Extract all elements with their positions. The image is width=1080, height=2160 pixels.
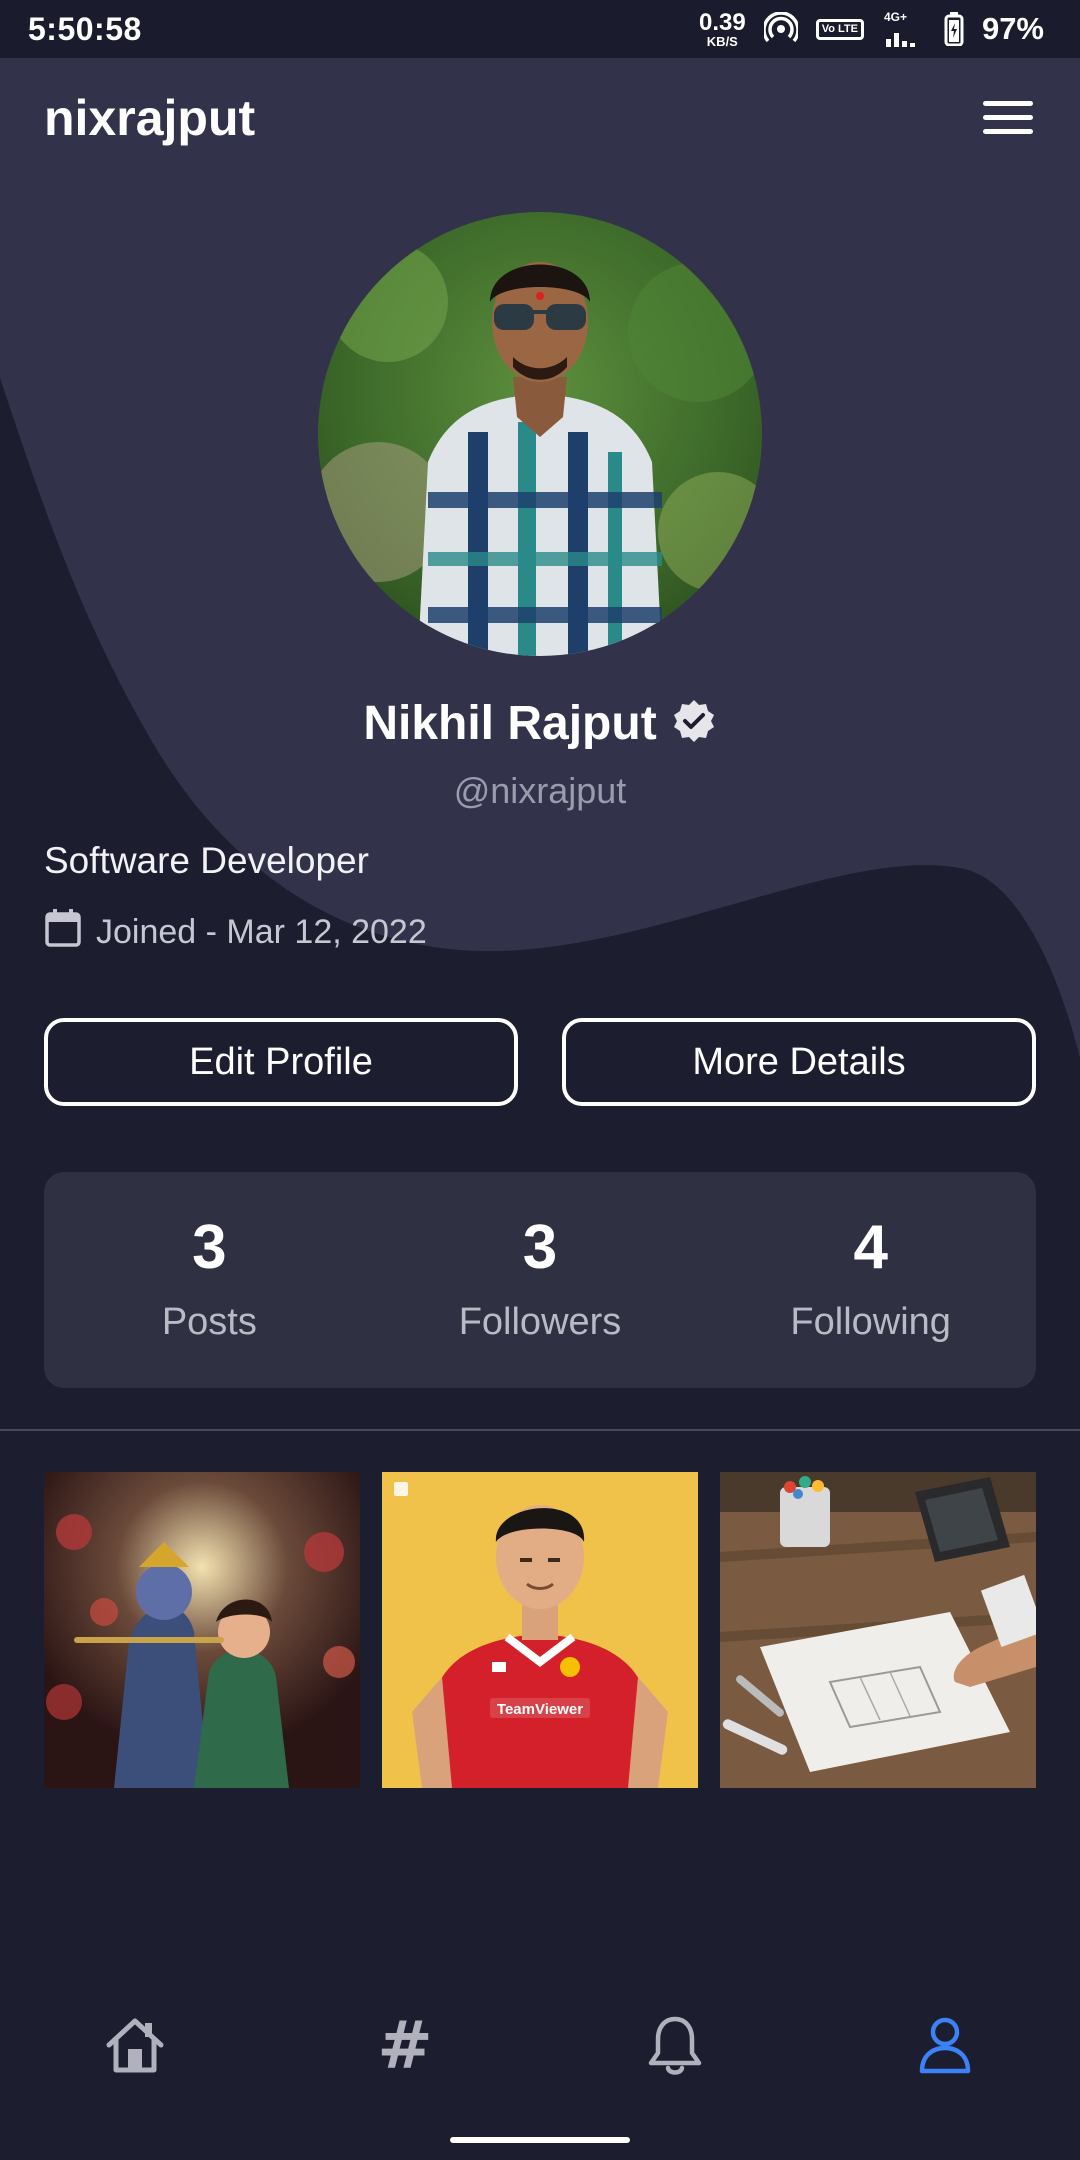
stat-value: 4 <box>853 1212 888 1282</box>
nav-explore[interactable]: # <box>345 1995 465 2095</box>
nav-notifications[interactable] <box>615 1995 735 2095</box>
joined-date-text: Joined - Mar 12, 2022 <box>96 913 427 951</box>
avatar[interactable] <box>318 212 762 656</box>
app-header: nixrajput <box>0 58 1080 178</box>
nav-home[interactable] <box>75 1995 195 2095</box>
status-bar: 5:50:58 0.39 KB/S Vo LTE 4G+ 97% <box>0 0 1080 58</box>
home-indicator <box>450 2137 630 2143</box>
status-icons: 0.39 KB/S Vo LTE 4G+ 97% <box>699 9 1044 49</box>
stat-label: Posts <box>161 1300 257 1343</box>
stat-value: 3 <box>192 1212 227 1282</box>
home-icon <box>106 2018 164 2073</box>
hotspot-icon <box>763 12 798 46</box>
page-title: nixrajput <box>44 90 256 146</box>
signal-icon: 4G+ <box>882 9 926 49</box>
edit-profile-button[interactable]: Edit Profile <box>44 1018 518 1106</box>
post-thumbnail-footballer[interactable]: TeamViewer <box>382 1472 698 1788</box>
display-name: Nikhil Rajput <box>363 697 657 750</box>
stat-posts[interactable]: 3 Posts <box>44 1212 375 1344</box>
stat-label: Followers <box>458 1300 622 1343</box>
stat-followers[interactable]: 3 Followers <box>375 1212 706 1344</box>
stat-following[interactable]: 4 Following <box>705 1212 1036 1344</box>
more-details-button[interactable]: More Details <box>562 1018 1036 1106</box>
svg-text:4G+: 4G+ <box>884 10 907 24</box>
bell-icon <box>648 2016 702 2075</box>
username-handle: @nixrajput <box>453 770 627 811</box>
network-speed-value: 0.39 <box>698 8 746 36</box>
verified-badge-icon <box>671 698 717 749</box>
post-thumbnail-krishna-radha[interactable] <box>44 1472 360 1788</box>
stat-label: Following <box>790 1300 951 1343</box>
hashtag-icon: # <box>377 2006 433 2084</box>
profile-icon <box>919 2017 971 2074</box>
battery-icon <box>944 12 964 46</box>
hamburger-menu-icon[interactable] <box>980 90 1036 146</box>
calendar-icon <box>44 908 82 957</box>
battery-percent: 97% <box>981 11 1044 46</box>
volte-icon: Vo LTE <box>815 18 864 40</box>
bottom-navigation: # <box>0 1990 1080 2100</box>
status-time: 5:50:58 <box>28 10 142 47</box>
bio-text: Software Developer <box>44 840 369 881</box>
joined-date: Joined - Mar 12, 2022 <box>44 908 427 957</box>
post-thumbnail-architect-desk[interactable] <box>720 1472 1036 1788</box>
network-speed: 0.39 KB/S <box>698 8 746 49</box>
stat-value: 3 <box>522 1212 558 1282</box>
name-row: Nikhil Rajput <box>0 696 1080 751</box>
nav-profile[interactable] <box>885 1995 1005 2095</box>
jersey-sponsor-text: TeamViewer <box>497 1701 583 1718</box>
stats-card: 3 Posts 3 Followers 4 Following <box>44 1172 1036 1388</box>
network-speed-unit: KB/S <box>706 33 738 49</box>
section-divider <box>0 1429 1080 1431</box>
